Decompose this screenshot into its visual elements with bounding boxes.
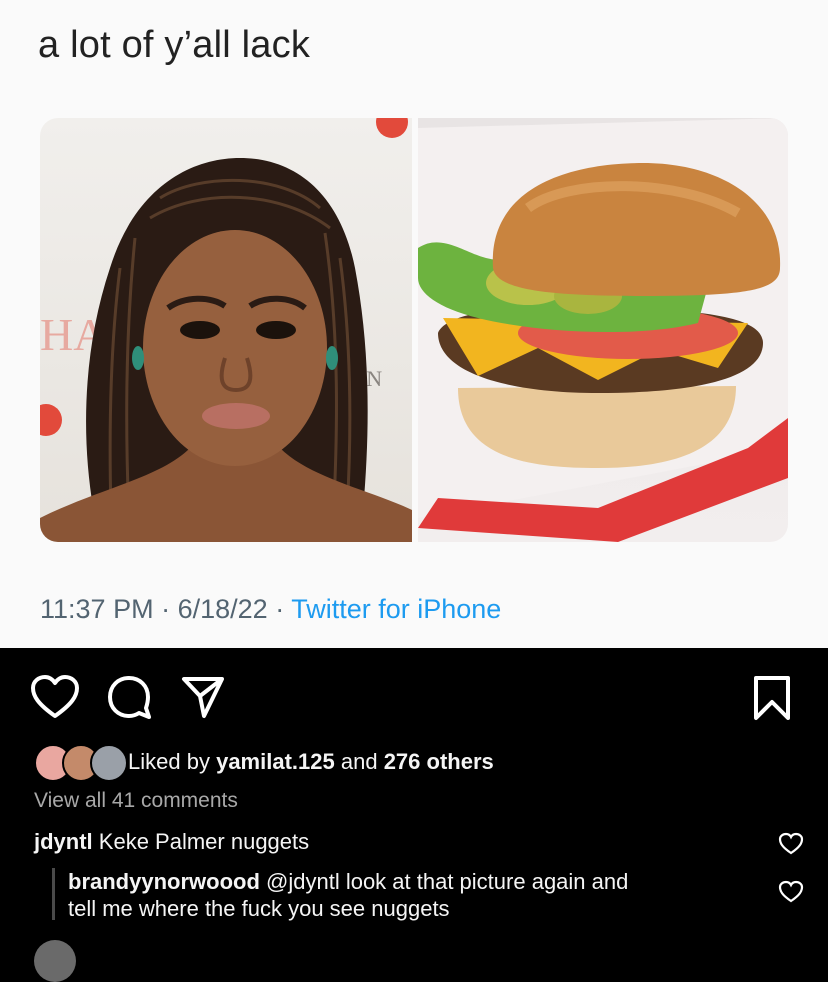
- separator: ·: [161, 594, 171, 624]
- likes-user[interactable]: yamilat.125: [216, 749, 335, 774]
- comment-username[interactable]: jdyntl: [34, 829, 93, 854]
- action-bar: [0, 648, 828, 744]
- avatar: [90, 744, 128, 782]
- comment-text: @jdyntl look at that picture again and: [266, 869, 629, 894]
- separator: ·: [275, 594, 285, 624]
- reply-item: brandyynorwoood @jdyntl look at that pic…: [68, 868, 628, 922]
- portrait-illustration: HA he N: [40, 118, 412, 542]
- reply-thread-line: [52, 868, 55, 920]
- tweet-time: 11:37 PM: [40, 594, 154, 624]
- instagram-post-footer: Liked by yamilat.125 and 276 others View…: [0, 648, 828, 982]
- share-send-icon[interactable]: [180, 674, 226, 720]
- likes-prefix: Liked by: [128, 749, 210, 774]
- tweet-source-link[interactable]: Twitter for iPhone: [291, 594, 501, 624]
- like-heart-icon[interactable]: [30, 674, 80, 720]
- likes-and: and: [340, 749, 378, 774]
- comment-like-heart-icon[interactable]: [778, 832, 804, 856]
- likes-text: Liked by yamilat.125 and 276 others: [128, 749, 494, 775]
- tweet-date: 6/18/22: [177, 594, 268, 624]
- bookmark-save-icon[interactable]: [752, 674, 792, 722]
- likes-row[interactable]: Liked by yamilat.125 and 276 others: [34, 742, 494, 782]
- comment-username[interactable]: brandyynorwoood: [68, 869, 260, 894]
- comment-like-heart-icon[interactable]: [778, 880, 804, 904]
- comment-text-continued: tell me where the fuck you see nuggets: [68, 896, 450, 921]
- tweet-text: a lot of y’all lack: [38, 24, 311, 66]
- burger-illustration: [418, 118, 788, 542]
- comment-text: Keke Palmer nuggets: [98, 829, 310, 854]
- view-all-comments-link[interactable]: View all 41 comments: [34, 789, 238, 813]
- liker-avatars: [34, 744, 128, 782]
- comment-item: jdyntl Keke Palmer nuggets: [34, 828, 309, 855]
- tweet-screenshot: a lot of y’all lack HA he N: [0, 0, 828, 648]
- photo-burger[interactable]: [418, 118, 788, 542]
- likes-others[interactable]: 276 others: [384, 749, 494, 774]
- comment-icon[interactable]: [106, 674, 152, 720]
- tweet-meta: 11:37 PM · 6/18/22 · Twitter for iPhone: [40, 594, 501, 625]
- photo-portrait[interactable]: HA he N: [40, 118, 412, 542]
- avatar: [34, 940, 76, 982]
